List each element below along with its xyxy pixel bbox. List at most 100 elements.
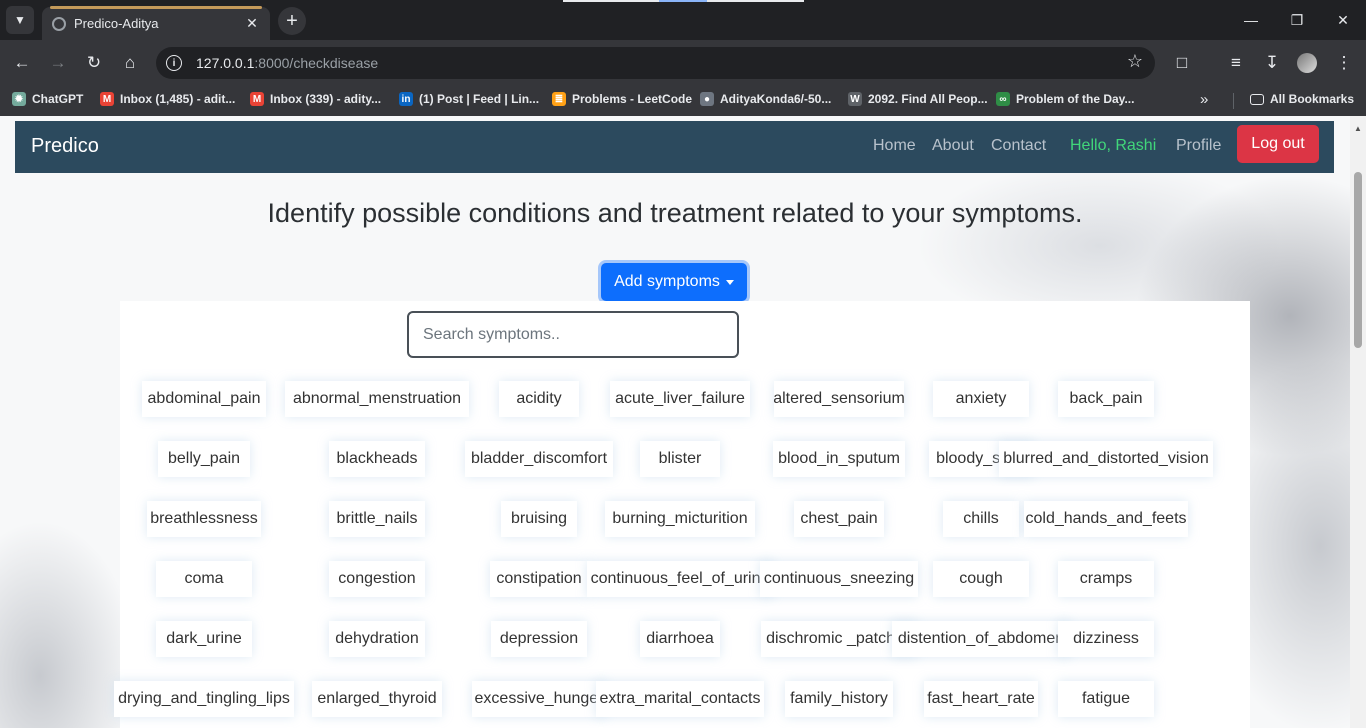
symptom-option[interactable]: abdominal_pain <box>142 381 266 417</box>
scroll-up-arrow-icon[interactable]: ▲ <box>1354 124 1362 133</box>
symptom-option[interactable]: blister <box>640 441 720 477</box>
page-heading: Identify possible conditions and treatme… <box>267 198 1083 228</box>
site-info-icon[interactable]: i <box>166 55 182 71</box>
nav-link-profile[interactable]: Profile <box>1176 137 1221 155</box>
symptom-option[interactable]: blurred_and_distorted_vision <box>999 441 1213 477</box>
media-queue-icon[interactable]: ≡ <box>1222 49 1250 77</box>
folder-icon <box>1250 93 1264 105</box>
bookmark-label: Inbox (1,485) - adit... <box>120 92 236 106</box>
bookmark-star-icon[interactable]: ☆ <box>1127 51 1143 72</box>
symptom-option[interactable]: excessive_hunger <box>472 681 606 717</box>
symptom-option[interactable]: dark_urine <box>156 621 252 657</box>
symptom-option[interactable]: constipation <box>490 561 588 597</box>
symptom-option[interactable]: brittle_nails <box>329 501 425 537</box>
symptom-option[interactable]: burning_micturition <box>605 501 755 537</box>
symptom-option[interactable]: congestion <box>329 561 425 597</box>
bookmarks-divider <box>1233 93 1234 109</box>
scroll-thumb[interactable] <box>1354 172 1362 348</box>
symptom-option[interactable]: belly_pain <box>158 441 250 477</box>
nav-greeting: Hello, Rashi <box>1070 137 1157 154</box>
symptom-option[interactable]: cough <box>933 561 1029 597</box>
address-bar[interactable]: i 127.0.0.1:8000/checkdisease ☆ <box>156 47 1155 79</box>
bookmark-label: 2092. Find All Peop... <box>868 92 988 106</box>
symptom-option[interactable]: back_pain <box>1058 381 1154 417</box>
tab-title: Predico-Aditya <box>74 16 159 31</box>
bookmark-label: Inbox (339) - adity... <box>270 92 382 106</box>
reload-icon[interactable]: ↻ <box>80 49 108 77</box>
symptom-option[interactable]: chest_pain <box>794 501 884 537</box>
extensions-puzzle-icon[interactable]: □ <box>1168 49 1196 77</box>
symptom-option[interactable]: distention_of_abdomen <box>892 621 1070 657</box>
symptom-option[interactable]: anxiety <box>933 381 1029 417</box>
bookmark-linkedin[interactable]: in (1) Post | Feed | Lin... <box>399 92 539 106</box>
new-tab-plus-icon[interactable]: + <box>278 7 306 35</box>
symptom-option[interactable]: dehydration <box>329 621 425 657</box>
symptom-option[interactable]: extra_marital_contacts <box>596 681 764 717</box>
forward-arrow-icon[interactable]: → <box>44 49 72 77</box>
symptom-option[interactable]: depression <box>491 621 587 657</box>
symptom-option[interactable]: bladder_discomfort <box>465 441 613 477</box>
profile-avatar[interactable] <box>1297 53 1317 73</box>
brand-logo[interactable]: Predico <box>31 135 99 158</box>
leetcode-favicon-icon: ≣ <box>552 92 566 106</box>
nav-link-home[interactable]: Home <box>873 137 916 155</box>
add-symptoms-dropdown-button[interactable]: Add symptoms <box>601 263 747 301</box>
symptom-option[interactable]: continuous_sneezing <box>760 561 918 597</box>
bookmarks-overflow-chevron-icon[interactable]: » <box>1200 91 1208 108</box>
chatgpt-favicon-icon: ✹ <box>12 92 26 106</box>
bookmark-label: Problem of the Day... <box>1016 92 1135 106</box>
symptom-option[interactable]: blackheads <box>329 441 425 477</box>
symptom-option[interactable]: blood_in_sputum <box>773 441 905 477</box>
symptom-option[interactable]: drying_and_tingling_lips <box>114 681 294 717</box>
nav-link-about[interactable]: About <box>932 137 974 155</box>
nav-link-contact[interactable]: Contact <box>991 137 1046 155</box>
gmail-1-favicon-icon: M <box>100 92 114 106</box>
bookmark-gmail-2[interactable]: M Inbox (339) - adity... <box>250 92 381 106</box>
back-arrow-icon[interactable]: ← <box>8 49 36 77</box>
bookmark-label: ChatGPT <box>32 92 84 106</box>
bookmark-geeks-2[interactable]: ∞ Problem of the Day... <box>996 92 1134 106</box>
symptom-option[interactable]: breathlessness <box>147 501 261 537</box>
bookmark-github[interactable]: ● AdityaKonda6/-50... <box>700 92 831 106</box>
tab-favicon-icon <box>52 16 66 31</box>
bookmark-geeks-1[interactable]: W 2092. Find All Peop... <box>848 92 988 106</box>
logout-button[interactable]: Log out <box>1237 125 1319 163</box>
symptom-option[interactable]: coma <box>156 561 252 597</box>
symptom-option[interactable]: cramps <box>1058 561 1154 597</box>
geeks-2-favicon-icon: ∞ <box>996 92 1010 106</box>
all-bookmarks-folder[interactable]: All Bookmarks <box>1250 92 1354 106</box>
bookmark-gmail-1[interactable]: M Inbox (1,485) - adit... <box>100 92 235 106</box>
symptom-option[interactable]: chills <box>943 501 1019 537</box>
symptom-option[interactable]: acidity <box>499 381 579 417</box>
symptom-option[interactable]: fast_heart_rate <box>924 681 1038 717</box>
window-drag-strip <box>563 0 804 2</box>
download-icon[interactable]: ↧ <box>1258 49 1286 77</box>
tab-list-chevron-icon[interactable]: ▼ <box>6 6 34 34</box>
symptom-option[interactable]: diarrhoea <box>640 621 720 657</box>
site-navbar: Predico Home About Contact Hello, Rashi … <box>15 121 1334 173</box>
tab-close-icon[interactable]: ✕ <box>244 15 260 32</box>
tab-group-accent <box>50 6 262 9</box>
window-close-icon[interactable]: ✕ <box>1320 0 1366 40</box>
linkedin-favicon-icon: in <box>399 92 413 106</box>
bookmarks-bar: ✹ ChatGPT M Inbox (1,485) - adit... M Inbox (… <box>0 86 1366 116</box>
search-symptoms-input[interactable] <box>407 311 739 358</box>
restore-icon[interactable]: ❐ <box>1274 0 1320 40</box>
symptom-option[interactable]: enlarged_thyroid <box>312 681 442 717</box>
kebab-menu-icon[interactable]: ⋮ <box>1330 49 1358 77</box>
symptom-option[interactable]: fatigue <box>1058 681 1154 717</box>
symptom-option[interactable]: abnormal_menstruation <box>285 381 469 417</box>
symptom-option[interactable]: dizziness <box>1058 621 1154 657</box>
bookmark-leetcode[interactable]: ≣ Problems - LeetCode <box>552 92 692 106</box>
minimize-icon[interactable]: — <box>1228 0 1274 40</box>
bookmark-chatgpt[interactable]: ✹ ChatGPT <box>12 92 83 106</box>
symptom-option[interactable]: family_history <box>785 681 893 717</box>
browser-tab-active[interactable]: Predico-Aditya ✕ <box>42 6 270 40</box>
symptom-option[interactable]: cold_hands_and_feets <box>1024 501 1188 537</box>
symptom-option[interactable]: bruising <box>501 501 577 537</box>
home-icon[interactable]: ⌂ <box>116 49 144 77</box>
symptom-option[interactable]: altered_sensorium <box>773 381 905 417</box>
page-scrollbar[interactable]: ▲ <box>1350 116 1366 728</box>
symptom-option[interactable]: acute_liver_failure <box>610 381 750 417</box>
symptom-option[interactable]: continuous_feel_of_urine <box>587 561 773 597</box>
